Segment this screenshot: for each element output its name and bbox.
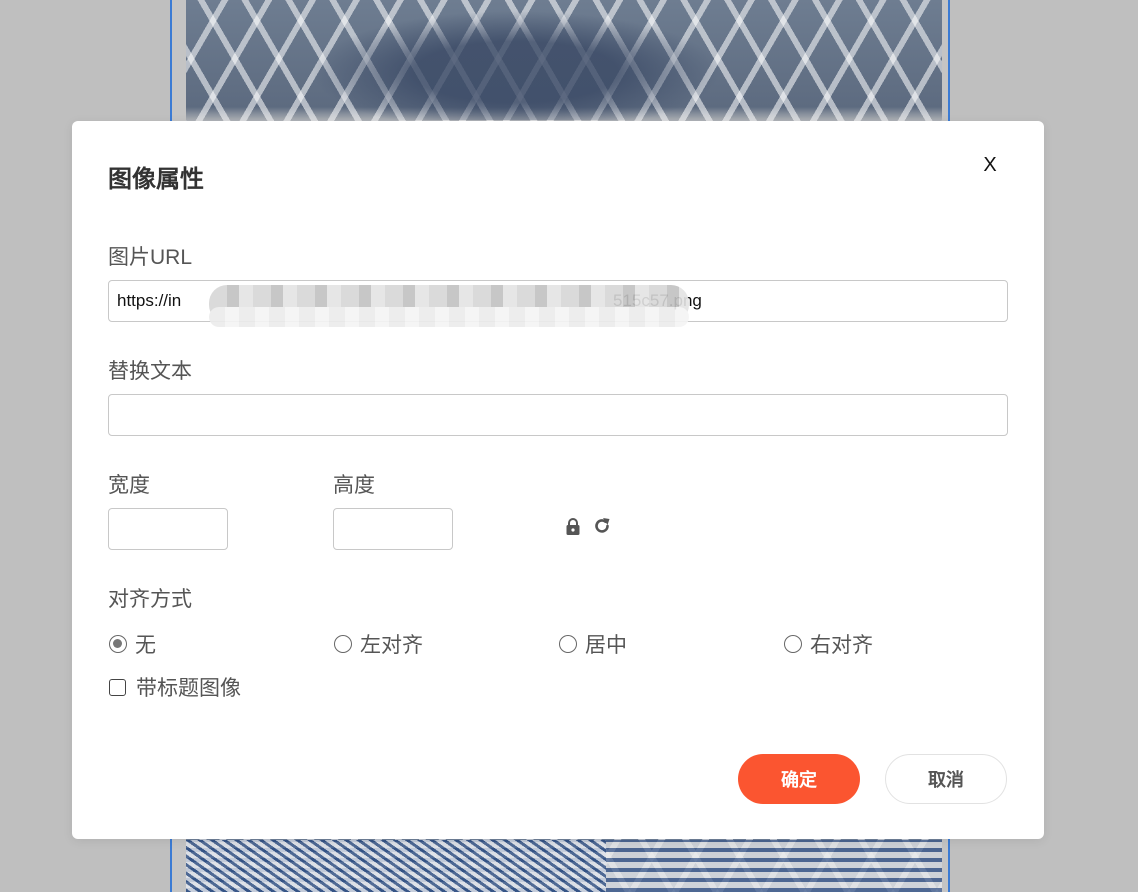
align-center-option[interactable]: 居中 — [559, 629, 627, 659]
alt-label: 替换文本 — [108, 360, 192, 383]
align-left-label: 左对齐 — [360, 634, 423, 657]
caption-checkbox[interactable] — [109, 678, 126, 696]
confirm-button[interactable]: 确定 — [738, 754, 860, 804]
editor-image-bottom-left — [186, 840, 606, 892]
cancel-button[interactable]: 取消 — [885, 754, 1007, 804]
radio-right[interactable] — [784, 635, 802, 653]
url-value-start: https://in — [117, 291, 182, 310]
align-none-label: 无 — [135, 634, 156, 657]
close-button[interactable]: X — [978, 153, 1002, 177]
caption-option[interactable]: 带标题图像 — [109, 672, 241, 702]
radio-center[interactable] — [559, 635, 577, 653]
width-input[interactable] — [108, 508, 228, 550]
width-label: 宽度 — [108, 474, 150, 497]
lock-icon[interactable] — [563, 517, 583, 537]
url-label: 图片URL — [108, 246, 193, 269]
align-none-option[interactable]: 无 — [109, 629, 156, 659]
alt-input[interactable] — [108, 394, 1008, 436]
height-input[interactable] — [333, 508, 453, 550]
height-label: 高度 — [333, 474, 375, 497]
dialog-title: 图像属性 — [108, 166, 204, 193]
radio-left[interactable] — [334, 635, 352, 653]
url-input[interactable]: https://in 515c57.png — [108, 280, 1008, 327]
redaction-mask — [209, 285, 689, 327]
align-right-label: 右对齐 — [810, 634, 873, 657]
align-label: 对齐方式 — [108, 588, 192, 611]
caption-label: 带标题图像 — [136, 677, 241, 700]
align-left-option[interactable]: 左对齐 — [334, 629, 423, 659]
radio-none[interactable] — [109, 635, 127, 653]
align-center-label: 居中 — [585, 634, 627, 657]
image-properties-dialog: 图像属性 X 图片URL https://in 515c57.png 替换文本 … — [72, 121, 1044, 839]
refresh-icon[interactable] — [592, 516, 612, 536]
align-right-option[interactable]: 右对齐 — [784, 629, 873, 659]
